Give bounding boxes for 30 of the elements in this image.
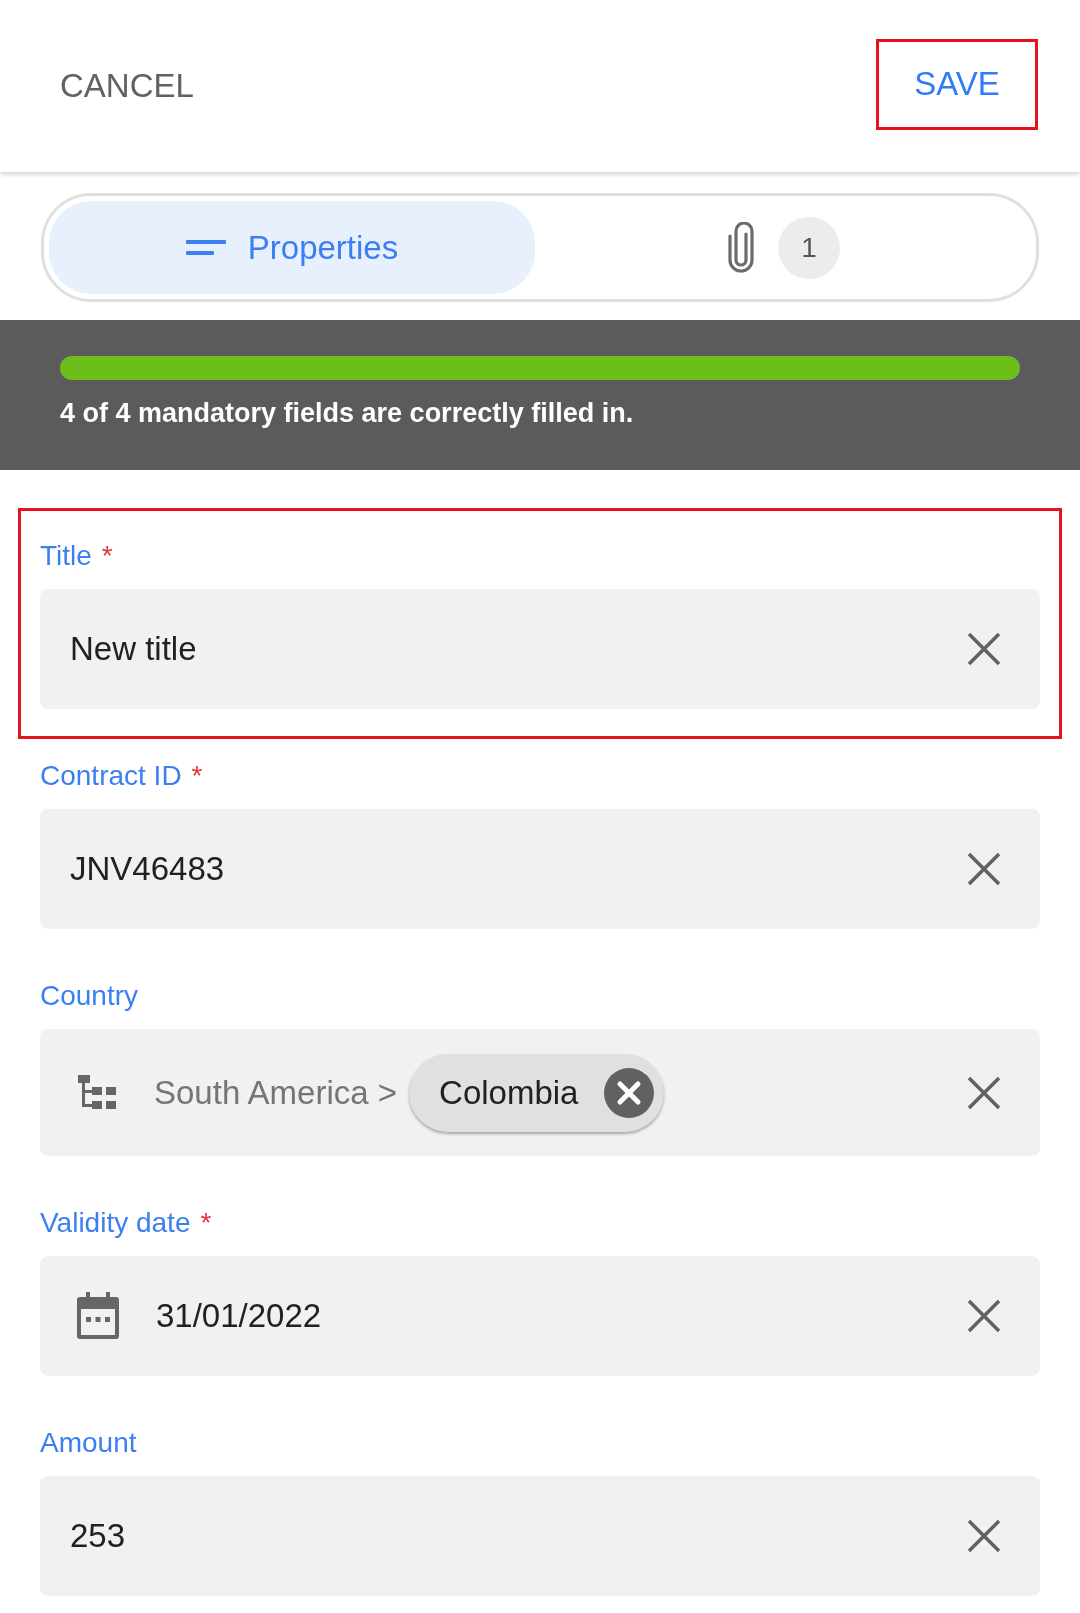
chip-label: Colombia xyxy=(439,1073,579,1112)
tree-select-field[interactable]: South America > Colombia xyxy=(40,1029,1040,1156)
tab-label: Properties xyxy=(247,228,399,267)
input-field[interactable]: JNV46483 xyxy=(40,809,1040,929)
calendar-icon xyxy=(76,1292,120,1340)
input-field[interactable]: 253 xyxy=(40,1476,1040,1596)
paperclip-icon xyxy=(726,221,756,274)
required-mark: * xyxy=(191,760,203,792)
field-label: Amount xyxy=(40,1427,137,1459)
required-mark: * xyxy=(101,540,113,572)
save-button[interactable]: SAVE xyxy=(876,38,1038,130)
clear-icon[interactable] xyxy=(966,631,1002,667)
remove-icon[interactable] xyxy=(604,1067,655,1118)
field-label: Country xyxy=(40,980,139,1012)
clear-icon[interactable] xyxy=(966,1518,1002,1554)
path-text: South America > xyxy=(154,1073,398,1112)
field-label: Title xyxy=(40,540,92,572)
date-field[interactable]: 31/01/2022 xyxy=(40,1256,1040,1376)
field-label: Validity date xyxy=(40,1207,191,1239)
cancel-button[interactable]: CANCEL xyxy=(40,57,214,115)
input-field[interactable]: New title xyxy=(40,589,1040,709)
field-label: Contract ID xyxy=(40,760,182,792)
clear-icon[interactable] xyxy=(966,1074,1002,1111)
required-mark: * xyxy=(200,1207,212,1239)
progress-message: 4 of 4 mandatory fields are correctly filled in. xyxy=(60,398,635,429)
attachments-tab[interactable]: 1 xyxy=(535,201,1031,294)
clear-icon[interactable] xyxy=(966,851,1002,887)
count-badge: 1 xyxy=(778,216,840,279)
lines-icon xyxy=(185,237,226,258)
clear-icon[interactable] xyxy=(966,1298,1002,1334)
